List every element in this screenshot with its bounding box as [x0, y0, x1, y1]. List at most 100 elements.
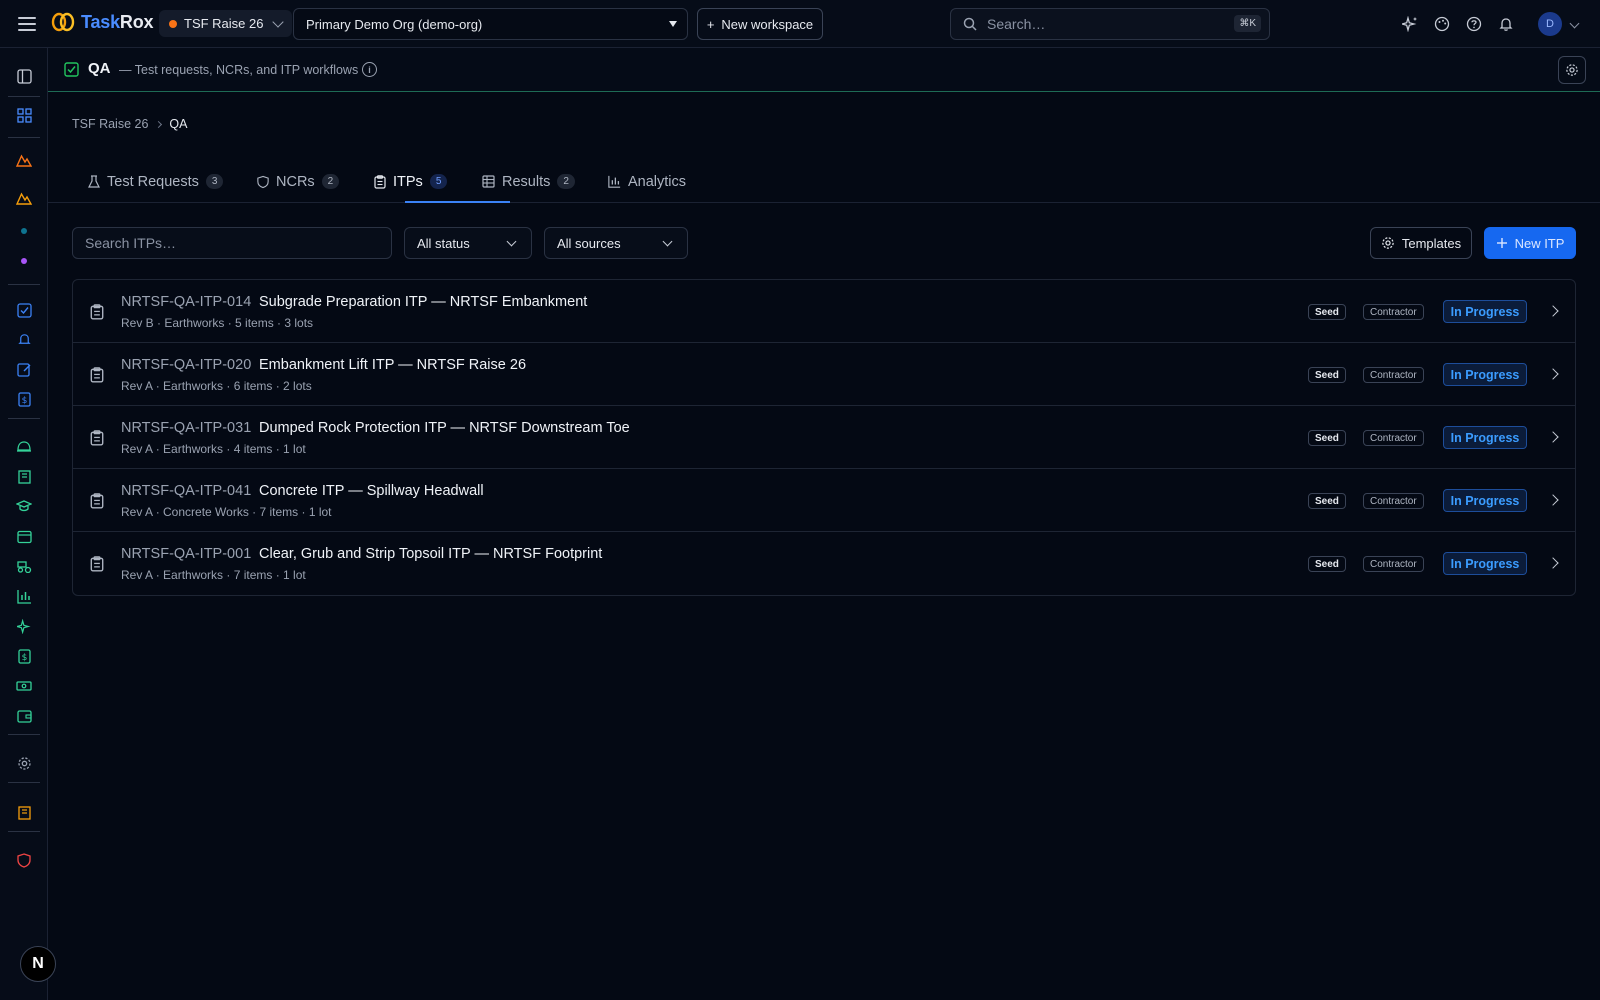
tab-results[interactable]: Results 2 — [482, 160, 575, 203]
info-icon[interactable]: i — [362, 62, 377, 77]
status-badge: In Progress — [1443, 300, 1527, 323]
wallet-icon[interactable] — [14, 706, 34, 726]
source-filter-value: All sources — [557, 235, 621, 251]
list-item[interactable]: NRTSF-QA-ITP-041 Concrete ITP — Spillway… — [73, 469, 1575, 532]
clipboard-icon — [90, 367, 104, 383]
list-item[interactable]: NRTSF-QA-ITP-014 Subgrade Preparation IT… — [73, 280, 1575, 343]
itp-title: Clear, Grub and Strip Topsoil ITP — NRTS… — [259, 546, 603, 562]
chevron-down-icon[interactable] — [1569, 18, 1580, 29]
tab-test-requests[interactable]: Test Requests 3 — [88, 160, 224, 203]
new-itp-button[interactable]: New ITP — [1484, 227, 1576, 259]
chevron-down-icon — [669, 21, 677, 27]
divider — [8, 96, 40, 97]
sidebar-rail: $ $ — [0, 48, 48, 1000]
breadcrumb-project[interactable]: TSF Raise 26 — [72, 117, 148, 131]
itp-code: NRTSF-QA-ITP-041 — [121, 483, 252, 499]
source-filter-select[interactable]: All sources — [544, 227, 688, 259]
chevron-right-icon[interactable] — [1547, 305, 1559, 317]
building-icon[interactable] — [14, 466, 34, 486]
status-badge: In Progress — [1443, 489, 1527, 512]
divider — [8, 418, 40, 419]
tab-ncrs[interactable]: NCRs 2 — [257, 160, 340, 203]
chevron-right-icon[interactable] — [1547, 494, 1559, 506]
app-name: TaskRox — [81, 11, 154, 32]
divider — [8, 284, 40, 285]
new-workspace-button[interactable]: + New workspace — [697, 8, 823, 40]
list-item[interactable]: NRTSF-QA-ITP-001 Clear, Grub and Strip T… — [73, 532, 1575, 595]
contractor-tag: Contractor — [1363, 556, 1424, 572]
help-icon[interactable] — [1464, 14, 1484, 34]
templates-label: Templates — [1401, 235, 1462, 251]
avatar[interactable]: D — [1538, 12, 1562, 36]
flask-icon — [88, 174, 100, 188]
org-select-value: Primary Demo Org (demo-org) — [306, 16, 483, 32]
tractor-icon[interactable] — [14, 556, 34, 576]
itp-meta: Rev A · Earthworks · 7 items · 1 lot — [121, 568, 306, 582]
sidebar-toggle-icon[interactable] — [14, 66, 34, 86]
project-switcher[interactable]: TSF Raise 26 — [159, 10, 293, 37]
templates-button[interactable]: Templates — [1370, 227, 1472, 259]
building-icon[interactable] — [14, 802, 34, 822]
bell-icon[interactable] — [14, 329, 34, 349]
tab-count-badge: 2 — [321, 174, 340, 189]
list-item[interactable]: NRTSF-QA-ITP-031 Dumped Rock Protection … — [73, 406, 1575, 469]
section-settings-button[interactable] — [1558, 56, 1586, 84]
sparkles-icon[interactable] — [1400, 14, 1420, 34]
shield-icon[interactable] — [14, 850, 34, 870]
app-logo[interactable]: TaskRox — [51, 11, 154, 33]
tab-analytics[interactable]: Analytics — [608, 160, 686, 203]
shield-icon — [257, 175, 269, 188]
chevron-right-icon[interactable] — [1547, 368, 1559, 380]
assistant-bubble[interactable]: N — [20, 946, 56, 982]
chevron-right-icon[interactable] — [1547, 557, 1559, 569]
seed-tag: Seed — [1308, 367, 1346, 383]
workspace-dot[interactable] — [21, 258, 27, 264]
itp-title: Subgrade Preparation ITP — NRTSF Embankm… — [259, 294, 588, 310]
gear-icon[interactable] — [14, 753, 34, 773]
status-filter-value: All status — [417, 235, 470, 251]
itp-search-input[interactable]: Search ITPs… — [72, 227, 392, 259]
section-header: QA — Test requests, NCRs, and ITP workfl… — [48, 48, 1600, 92]
dashboard-icon[interactable] — [14, 105, 34, 125]
status-filter-select[interactable]: All status — [404, 227, 532, 259]
tab-label: Results — [502, 173, 551, 190]
qa-check-icon[interactable] — [14, 300, 34, 320]
mountain-icon[interactable] — [14, 150, 34, 170]
divider — [8, 137, 40, 138]
itp-meta: Rev A · Concrete Works · 7 items · 1 lot — [121, 505, 332, 519]
status-badge: In Progress — [1443, 426, 1527, 449]
graduation-cap-icon[interactable] — [14, 496, 34, 516]
global-search-input[interactable]: Search… ⌘K — [950, 8, 1270, 40]
page-subtitle: — Test requests, NCRs, and ITP workflows — [119, 63, 359, 77]
itp-code: NRTSF-QA-ITP-020 — [121, 357, 252, 373]
itp-search-placeholder: Search ITPs… — [85, 235, 177, 251]
cash-icon[interactable] — [14, 676, 34, 696]
tab-itps[interactable]: ITPs 5 — [374, 160, 448, 203]
clipboard-icon — [90, 493, 104, 509]
dollar-doc-icon[interactable]: $ — [14, 646, 34, 666]
tab-label: NCRs — [276, 173, 315, 190]
chevron-down-icon — [662, 236, 673, 247]
hardhat-icon[interactable] — [14, 436, 34, 456]
edit-icon[interactable] — [14, 359, 34, 379]
svg-text:$: $ — [21, 396, 27, 406]
bar-chart-icon[interactable] — [14, 586, 34, 606]
workspace-dot[interactable] — [21, 228, 27, 234]
mountain-icon[interactable] — [14, 188, 34, 208]
sparkles-icon[interactable] — [14, 616, 34, 636]
qa-check-icon — [64, 62, 79, 77]
tab-count-badge: 3 — [205, 174, 224, 189]
bell-icon[interactable] — [1496, 14, 1516, 34]
divider — [8, 831, 40, 832]
list-item[interactable]: NRTSF-QA-ITP-020 Embankment Lift ITP — N… — [73, 343, 1575, 406]
global-search-placeholder: Search… — [987, 16, 1046, 32]
clipboard-icon — [90, 430, 104, 446]
gear-icon — [1566, 64, 1578, 76]
org-select[interactable]: Primary Demo Org (demo-org) — [293, 8, 688, 40]
menu-icon[interactable] — [18, 15, 36, 33]
calendar-icon[interactable] — [14, 526, 34, 546]
palette-icon[interactable] — [1432, 14, 1452, 34]
chevron-right-icon[interactable] — [1547, 431, 1559, 443]
new-itp-label: New ITP — [1514, 235, 1565, 251]
dollar-doc-icon[interactable]: $ — [14, 389, 34, 409]
